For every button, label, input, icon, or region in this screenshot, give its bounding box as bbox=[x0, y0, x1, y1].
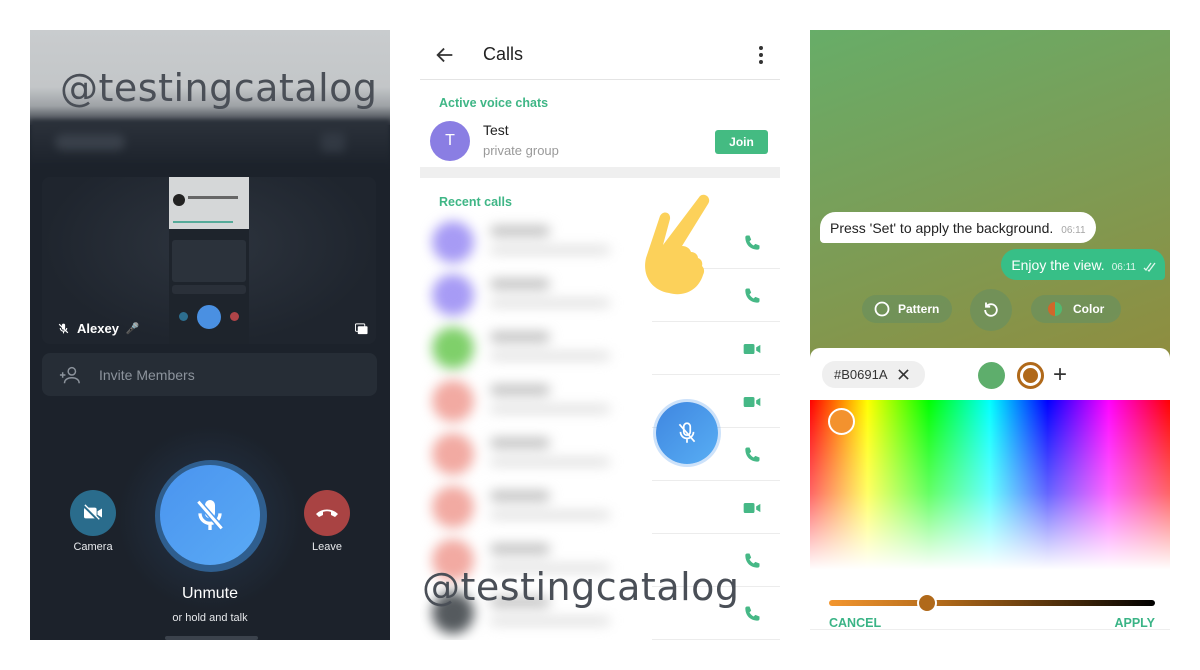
outgoing-message: Enjoy the view. 06:11 bbox=[1001, 249, 1165, 280]
calls-screen: Calls Active voice chats T Test private … bbox=[420, 30, 780, 640]
active-voice-chat-row[interactable]: T Test private group Join bbox=[420, 116, 780, 168]
recent-call-row[interactable] bbox=[420, 216, 780, 269]
camera-off-icon bbox=[83, 504, 102, 522]
circle-outline-icon bbox=[874, 301, 890, 317]
avatar bbox=[432, 433, 474, 475]
cancel-button[interactable]: CANCEL bbox=[829, 616, 881, 630]
pattern-button[interactable]: Pattern bbox=[862, 295, 952, 323]
recent-call-row[interactable] bbox=[420, 375, 780, 428]
mic-muted-icon bbox=[58, 323, 69, 334]
bottom-handle bbox=[165, 636, 258, 640]
watermark: @testingcatalog bbox=[60, 66, 378, 110]
rotate-icon bbox=[984, 302, 998, 317]
hex-input[interactable]: #B0691A bbox=[822, 361, 925, 388]
blurred-contact bbox=[420, 216, 650, 269]
brightness-slider-handle[interactable] bbox=[916, 593, 937, 613]
recent-call-row[interactable] bbox=[420, 481, 780, 534]
color-label: Color bbox=[1073, 302, 1105, 316]
hold-to-talk-hint: or hold and talk bbox=[172, 612, 248, 624]
unmute-button[interactable] bbox=[160, 465, 260, 565]
pattern-label: Pattern bbox=[898, 302, 940, 316]
pointing-hand-icon bbox=[645, 194, 710, 295]
app-bar: Calls bbox=[420, 30, 780, 80]
incoming-message: Press 'Set' to apply the background. 06:… bbox=[820, 212, 1096, 243]
message-text: Enjoy the view. bbox=[1011, 256, 1105, 273]
mic-muted-icon bbox=[678, 422, 696, 443]
more-options-icon[interactable] bbox=[756, 44, 766, 66]
leave-button[interactable] bbox=[304, 490, 350, 536]
recent-call-row[interactable] bbox=[420, 322, 780, 375]
participant-emoji: 🎤 bbox=[125, 323, 140, 335]
reset-button[interactable] bbox=[970, 289, 1012, 331]
voice-chat-mini-button[interactable] bbox=[656, 402, 718, 464]
color-swatch-green[interactable] bbox=[978, 362, 1005, 389]
phone-icon[interactable] bbox=[742, 551, 762, 571]
avatar bbox=[432, 380, 474, 422]
message-text: Press 'Set' to apply the background. bbox=[830, 219, 1054, 236]
avatar bbox=[432, 221, 474, 263]
unmute-label: Unmute bbox=[181, 585, 239, 602]
recent-call-row[interactable] bbox=[420, 428, 780, 481]
video-call-icon[interactable] bbox=[742, 498, 762, 518]
phone-icon[interactable] bbox=[742, 604, 762, 624]
add-user-icon bbox=[59, 366, 80, 383]
row-divider bbox=[652, 639, 780, 640]
blurred-contact bbox=[420, 428, 650, 481]
blurred-title bbox=[55, 134, 125, 150]
invite-members-button[interactable]: Invite Members bbox=[42, 353, 377, 396]
participant-label: Alexey 🎤 bbox=[57, 321, 140, 336]
message-time: 06:11 bbox=[1061, 224, 1086, 236]
participant-video-tile[interactable]: Alexey 🎤 bbox=[42, 177, 376, 344]
watermark: @testingcatalog bbox=[422, 565, 740, 609]
brightness-slider[interactable] bbox=[829, 600, 1155, 606]
chat-name: Test bbox=[483, 122, 509, 138]
double-check-icon bbox=[1143, 262, 1156, 272]
blurred-contact bbox=[420, 269, 650, 322]
invite-members-label: Invite Members bbox=[99, 366, 195, 383]
chat-subtitle: private group bbox=[483, 143, 559, 158]
hang-up-icon bbox=[316, 509, 338, 517]
chat-background-screen: Press 'Set' to apply the background. 06:… bbox=[810, 30, 1170, 640]
avatar bbox=[432, 486, 474, 528]
recent-call-row[interactable] bbox=[420, 269, 780, 322]
blurred-header bbox=[30, 120, 390, 165]
color-split-icon bbox=[1048, 302, 1062, 316]
screen-share-icon[interactable] bbox=[355, 323, 368, 335]
avatar: T bbox=[430, 121, 470, 161]
back-arrow-icon[interactable] bbox=[434, 44, 456, 66]
recent-calls-header: Recent calls bbox=[439, 195, 512, 209]
blurred-contact bbox=[420, 481, 650, 534]
phone-icon[interactable] bbox=[742, 233, 762, 253]
message-time: 06:11 bbox=[1111, 261, 1136, 273]
color-picker-sheet: #B0691A + bbox=[810, 348, 1170, 640]
clear-icon[interactable] bbox=[897, 369, 909, 380]
mic-muted-icon bbox=[196, 499, 224, 531]
hex-value: #B0691A bbox=[834, 367, 888, 382]
add-color-icon[interactable]: + bbox=[1053, 361, 1067, 388]
participant-name: Alexey bbox=[77, 321, 119, 336]
active-voice-chats-header: Active voice chats bbox=[439, 96, 549, 110]
screen-share-thumbnail bbox=[169, 177, 249, 344]
avatar bbox=[432, 327, 474, 369]
avatar bbox=[432, 274, 474, 316]
video-call-icon[interactable] bbox=[742, 392, 762, 412]
color-swatch-selected[interactable] bbox=[1017, 362, 1044, 389]
section-separator bbox=[420, 167, 780, 178]
blurred-contact bbox=[420, 322, 650, 375]
blurred-icon bbox=[321, 132, 345, 152]
blurred-contact bbox=[420, 375, 650, 428]
page-title: Calls bbox=[483, 44, 524, 64]
video-call-icon[interactable] bbox=[742, 339, 762, 359]
join-button[interactable]: Join bbox=[715, 130, 768, 154]
color-spectrum[interactable] bbox=[810, 400, 1170, 570]
apply-button[interactable]: APPLY bbox=[1114, 616, 1155, 630]
voice-chat-screen: @testingcatalog Alexey 🎤 Invite Members … bbox=[30, 30, 390, 640]
spectrum-picker-handle[interactable] bbox=[828, 408, 855, 435]
phone-icon[interactable] bbox=[742, 445, 762, 465]
color-button[interactable]: Color bbox=[1031, 295, 1121, 323]
phone-icon[interactable] bbox=[742, 286, 762, 306]
